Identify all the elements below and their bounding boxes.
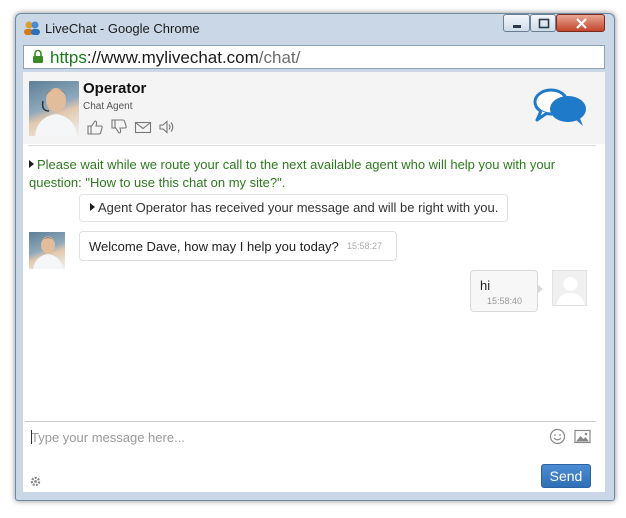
minimize-button[interactable] xyxy=(503,14,530,32)
minimize-icon xyxy=(513,25,521,28)
agent-title: Chat Agent xyxy=(83,101,133,112)
system-message-received: Agent Operator has received your message… xyxy=(79,194,508,222)
agent-avatar xyxy=(29,81,79,136)
maximize-icon xyxy=(538,18,550,29)
user-message-text: hi xyxy=(480,278,491,293)
agent-photo-small xyxy=(33,236,63,269)
chat-bubbles-logo xyxy=(533,88,586,126)
close-button[interactable] xyxy=(556,14,605,32)
close-icon xyxy=(576,18,587,29)
arrow-right-icon xyxy=(90,203,95,211)
header-divider xyxy=(28,145,596,146)
user-placeholder-icon xyxy=(556,277,585,305)
thumbs-up-icon[interactable] xyxy=(86,119,104,135)
operator-message-avatar xyxy=(29,232,65,269)
operator-message-bubble: Welcome Dave, how may I help you today? … xyxy=(79,231,397,261)
settings-gear-icon[interactable] xyxy=(29,475,42,488)
operator-message-text: Welcome Dave, how may I help you today? xyxy=(89,239,339,254)
message-input[interactable] xyxy=(25,422,596,452)
livechat-app-icon xyxy=(24,21,40,35)
maximize-button[interactable] xyxy=(530,14,556,32)
system-message-routing-text: Please wait while we route your call to … xyxy=(29,157,556,190)
thumbs-down-icon[interactable] xyxy=(110,119,128,135)
system-message-routing: Please wait while we route your call to … xyxy=(29,156,589,192)
agent-photo xyxy=(35,88,77,136)
send-button[interactable]: Send xyxy=(541,464,591,488)
system-message-received-text: Agent Operator has received your message… xyxy=(98,200,499,215)
smiley-icon[interactable] xyxy=(549,428,566,445)
user-avatar xyxy=(552,270,587,306)
window-title: LiveChat - Google Chrome xyxy=(45,21,200,36)
user-message-bubble: hi 15:58:40 xyxy=(470,270,538,312)
agent-name: Operator xyxy=(83,80,147,97)
arrow-right-icon xyxy=(29,160,34,168)
user-bubble-tail xyxy=(537,284,543,294)
image-upload-icon[interactable] xyxy=(574,429,591,444)
url-scheme: https xyxy=(50,48,87,67)
url-host: ://www.mylivechat.com xyxy=(86,48,259,67)
user-message-time: 15:58:40 xyxy=(487,296,523,306)
lock-icon xyxy=(33,49,43,63)
url-text[interactable]: https://www.mylivechat.com/chat/ xyxy=(50,48,300,68)
url-path: /chat/ xyxy=(258,48,301,67)
text-caret xyxy=(31,430,32,444)
sound-icon[interactable] xyxy=(158,119,176,135)
operator-message-time: 15:58:27 xyxy=(347,241,383,251)
email-icon[interactable] xyxy=(134,119,152,135)
